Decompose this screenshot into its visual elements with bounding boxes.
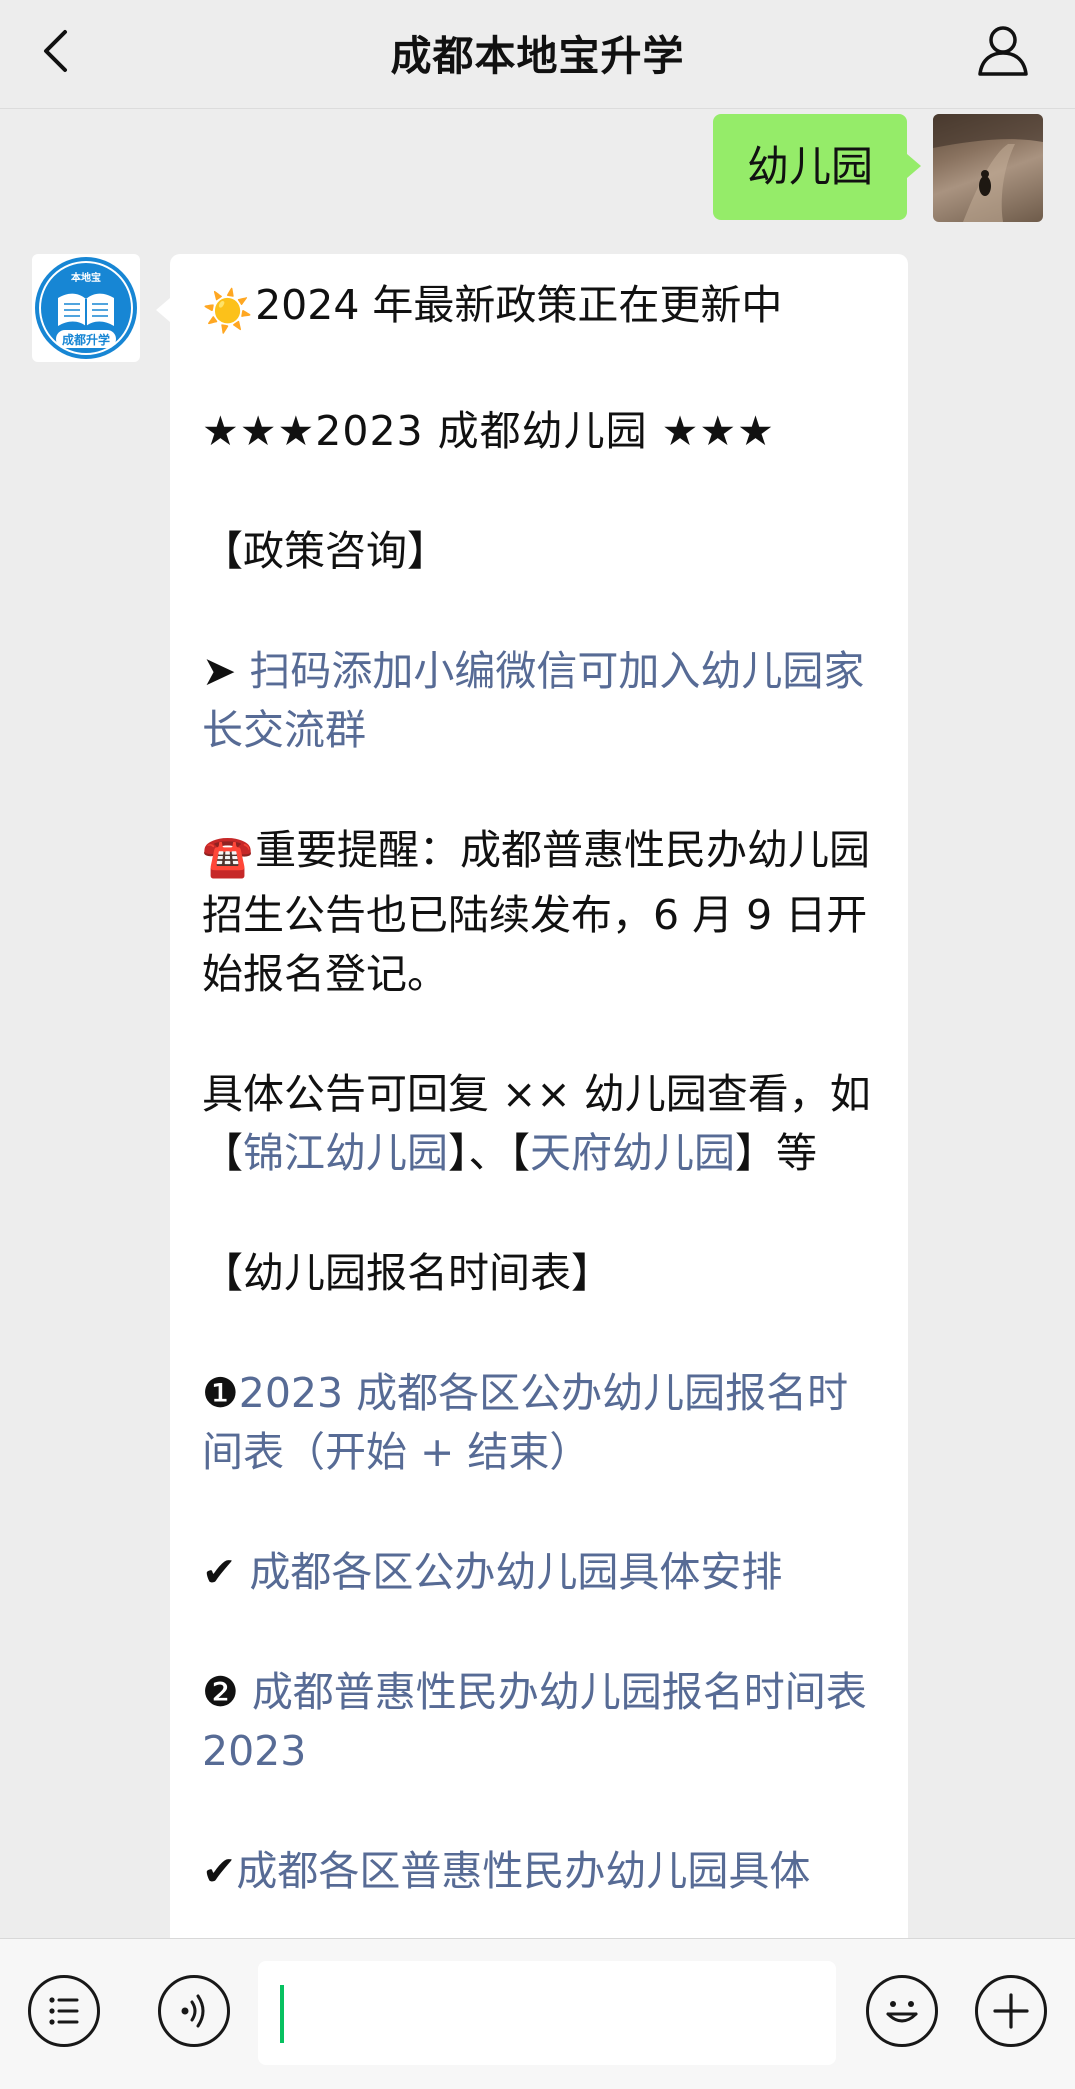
number-two-badge: ❷ bbox=[202, 1668, 239, 1716]
input-bar bbox=[0, 1938, 1075, 2089]
chat-title: 成都本地宝升学 bbox=[390, 32, 685, 80]
announcement-hint-separator: 】、【 bbox=[448, 1129, 530, 1177]
public-arrangement-line: ✔ 成都各区公办幼儿园具体安排 bbox=[202, 1543, 880, 1602]
arrow-icon: ➤ bbox=[202, 647, 250, 695]
smiley-icon bbox=[886, 2001, 918, 2023]
announcement-hint-end: 】等 bbox=[735, 1129, 817, 1177]
book-logo-icon: 本地宝 成都升学 bbox=[35, 257, 137, 359]
list-menu-icon bbox=[49, 1997, 79, 2025]
telephone-icon: ☎️ bbox=[202, 832, 254, 880]
schedule-heading: 【幼儿园报名时间表】 bbox=[202, 1249, 612, 1297]
check-icon: ✔ bbox=[202, 1548, 237, 1596]
top-bar: 成都本地宝升学 bbox=[0, 0, 1075, 109]
sun-icon: ☀️ bbox=[202, 287, 254, 335]
user-message-bubble[interactable]: 幼儿园 bbox=[712, 114, 922, 220]
person-icon bbox=[978, 26, 1028, 76]
voice-button[interactable] bbox=[158, 1975, 230, 2047]
user-message-text: 幼儿园 bbox=[746, 142, 873, 191]
wechat-group-line: ➤ 扫码添加小编微信可加入幼儿园家长交流群 bbox=[202, 642, 880, 760]
public-schedule-line: ❶2023 成都各区公办幼儿园报名时间表（开始 + 结束） bbox=[202, 1364, 880, 1482]
profile-button[interactable] bbox=[975, 22, 1031, 78]
important-reminder-text: 重要提醒：成都普惠性民办幼儿园招生公告也已陆续发布，6 月 9 日开始报名登记。 bbox=[202, 826, 871, 998]
public-kindergarten-arrangement-link[interactable]: 成都各区公办幼儿园具体安排 bbox=[249, 1548, 782, 1596]
public-kindergarten-schedule-link[interactable]: 2023 成都各区公办幼儿园报名时间表（开始 + 结束） bbox=[202, 1369, 848, 1476]
tianfu-kindergarten-link[interactable]: 天府幼儿园 bbox=[530, 1129, 735, 1177]
important-reminder: ☎️重要提醒：成都普惠性民办幼儿园招生公告也已陆续发布，6 月 9 日开始报名登… bbox=[202, 821, 880, 1004]
plus-icon bbox=[993, 1993, 1029, 2029]
update-notice-text: 2024 年最新政策正在更新中 bbox=[255, 281, 783, 329]
number-one-badge: ❶ bbox=[202, 1369, 239, 1417]
user-avatar[interactable] bbox=[933, 114, 1043, 222]
private-kindergarten-arrangement-link[interactable]: 成都各区普惠性民办幼儿园具体 bbox=[236, 1847, 810, 1895]
update-notice: ☀️2024 年最新政策正在更新中 bbox=[202, 276, 880, 341]
policy-consult-heading: 【政策咨询】 bbox=[202, 527, 448, 575]
menu-button[interactable] bbox=[28, 1975, 100, 2047]
avatar-photo-image bbox=[933, 114, 1043, 222]
avatar-bottom-text: 成都升学 bbox=[62, 332, 110, 347]
official-account-avatar[interactable]: 本地宝 成都升学 bbox=[32, 254, 140, 362]
check-icon: ✔ bbox=[202, 1847, 237, 1895]
voice-icon bbox=[181, 1994, 205, 2028]
private-kindergarten-schedule-link[interactable]: 成都普惠性民办幼儿园报名时间表 2023 bbox=[202, 1668, 867, 1775]
private-schedule-line: ❷ 成都普惠性民办幼儿园报名时间表 2023 bbox=[202, 1663, 880, 1781]
text-cursor bbox=[280, 1985, 284, 2043]
more-button[interactable] bbox=[975, 1975, 1047, 2047]
avatar-top-text: 本地宝 bbox=[71, 271, 101, 284]
section-title-2023: ★★★2023 成都幼儿园 ★★★ bbox=[202, 407, 775, 455]
wechat-group-link[interactable]: 扫码添加小编微信可加入幼儿园家长交流群 bbox=[202, 647, 864, 754]
chat-area[interactable]: 幼儿园 本地宝 成都升学 ☀️2024 年最新政策正在更新中 ★★★2023 成… bbox=[0, 108, 1075, 1938]
jinjiang-kindergarten-link[interactable]: 锦江幼儿园 bbox=[243, 1129, 448, 1177]
bot-message-bubble: ☀️2024 年最新政策正在更新中 ★★★2023 成都幼儿园 ★★★ 【政策咨… bbox=[156, 254, 908, 1938]
message-input[interactable] bbox=[258, 1961, 836, 2065]
emoji-button[interactable] bbox=[866, 1975, 938, 2047]
private-arrangement-line: ✔成都各区普惠性民办幼儿园具体 bbox=[202, 1842, 880, 1901]
announcement-hint: 具体公告可回复 ×× 幼儿园查看，如【锦江幼儿园】、【天府幼儿园】等 bbox=[202, 1065, 880, 1183]
